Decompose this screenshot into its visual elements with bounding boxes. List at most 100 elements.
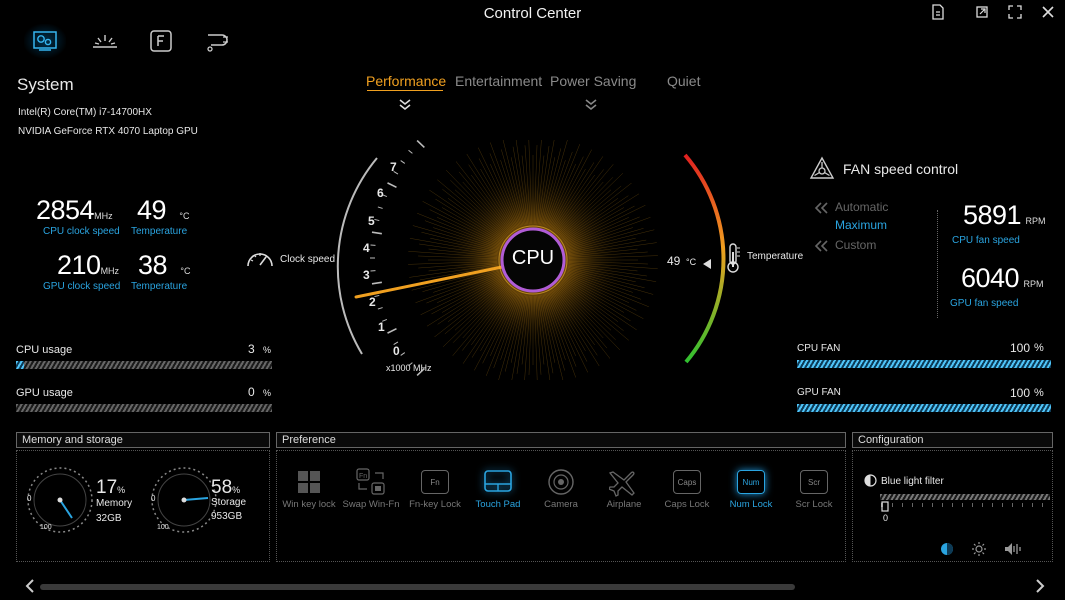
scale-tick-2: 2: [369, 295, 376, 309]
cpu-clock-readout: 2854MHz: [36, 195, 113, 226]
brightness-icon[interactable]: [971, 541, 987, 562]
fn-key-lock-label: Fn-key Lock: [409, 499, 461, 510]
fan-mode-custom[interactable]: Custom: [835, 238, 876, 252]
cpu-rpm-readout: 5891 RPM: [963, 200, 1046, 231]
restore-icon[interactable]: [970, 2, 994, 22]
cpu-usage-label: CPU usage: [16, 344, 73, 356]
scale-tick-5: 5: [368, 214, 375, 228]
clock-scale-arc: [336, 157, 378, 355]
scale-tick-mark: [408, 149, 413, 154]
display-icon[interactable]: [84, 24, 126, 58]
cpu-usage-fill: [16, 361, 24, 369]
cpu-temp-label: Temperature: [131, 226, 188, 237]
airplane-label: Airplane: [606, 499, 642, 510]
window-title: Control Center: [483, 5, 582, 22]
fan-icon: [808, 155, 836, 188]
contrast-icon[interactable]: [940, 542, 954, 561]
cpu-fan-fill: [797, 360, 1051, 368]
storage-percent-readout: 58%: [211, 477, 240, 499]
gpu-name: NVIDIA GeForce RTX 4070 Laptop GPU: [18, 126, 198, 137]
gpu-fan-fill: [797, 404, 1051, 412]
gauge-temp-label: Temperature: [747, 251, 804, 262]
temp-pointer-icon: [703, 256, 711, 274]
touch-pad-toggle[interactable]: Touch Pad: [465, 468, 531, 510]
blue-light-value: 0: [883, 513, 889, 523]
storage-size: 953GB: [211, 511, 243, 522]
notes-icon[interactable]: [926, 2, 950, 22]
chevron-down-icon: [584, 98, 598, 117]
scroll-left-icon[interactable]: [24, 578, 36, 599]
cpu-fan-unit: %: [1034, 342, 1044, 354]
cpu-temp-unit: °C: [179, 211, 190, 221]
tab-entertainment[interactable]: Entertainment: [455, 73, 542, 89]
chevron-down-icon: [398, 98, 412, 117]
fan-mode-automatic[interactable]: Automatic: [835, 200, 888, 214]
num-lock-label: Num Lock: [729, 499, 773, 510]
scale-tick-mark: [416, 140, 425, 149]
gpu-fan-speed-label: GPU fan speed: [950, 298, 1019, 309]
win-key-lock-toggle[interactable]: Win key lock: [276, 468, 342, 510]
gpu-usage-value: 0: [248, 385, 255, 399]
gpu-fan-label: GPU FAN: [797, 387, 841, 398]
num-lock-toggle[interactable]: Num Num Lock: [718, 468, 784, 510]
memory-label: Memory: [96, 498, 133, 509]
thermometer-icon: [724, 242, 742, 279]
tab-performance-underline: [367, 90, 443, 91]
fan-divider: [937, 210, 938, 318]
keyboard-icon[interactable]: [140, 24, 182, 58]
storage-dial-needle: [183, 497, 209, 501]
gpu-usage-label: GPU usage: [16, 387, 73, 399]
blue-light-icon: [864, 474, 877, 492]
fullscreen-icon[interactable]: [1003, 2, 1027, 22]
tab-power-saving[interactable]: Power Saving: [550, 73, 636, 89]
gpu-rpm-readout: 6040 RPM: [961, 263, 1044, 294]
scr-lock-label: Scr Lock: [795, 499, 833, 510]
win-key-lock-label: Win key lock: [282, 499, 336, 510]
configuration-panel-title: Configuration: [852, 432, 1053, 448]
scale-tick-mark: [371, 281, 382, 285]
volume-icon[interactable]: [1003, 541, 1021, 562]
network-icon[interactable]: [196, 24, 238, 58]
gpu-clock-label: GPU clock speed: [43, 281, 121, 292]
memory-percent-unit: %: [117, 485, 126, 495]
scale-tick-0: 0: [393, 344, 400, 358]
scr-lock-toggle[interactable]: Scr Scr Lock: [781, 468, 847, 510]
scr-key-icon: Scr: [800, 470, 828, 494]
swap-win-fn-toggle[interactable]: Fn Swap Win-Fn: [338, 468, 404, 510]
storage-label: Storage: [211, 497, 247, 508]
cpu-temp-value: 49: [137, 195, 167, 225]
tab-performance[interactable]: Performance: [366, 73, 446, 89]
preference-panel-title: Preference: [276, 432, 846, 448]
storage-percent: 58: [211, 477, 233, 498]
close-icon[interactable]: [1036, 2, 1060, 22]
fn-key-lock-toggle[interactable]: Fn Fn-key Lock: [402, 468, 468, 510]
cpu-temp-readout: 49 °C: [137, 195, 190, 226]
scroll-right-icon[interactable]: [1034, 578, 1046, 599]
cpu-fan-speed-label: CPU fan speed: [952, 235, 1020, 246]
system-heading: System: [17, 75, 74, 94]
tab-quiet[interactable]: Quiet: [667, 73, 700, 89]
caps-lock-toggle[interactable]: Caps Caps Lock: [654, 468, 720, 510]
cpu-rpm-unit: RPM: [1025, 216, 1046, 226]
scale-tick-mark: [377, 307, 383, 310]
scale-tick-mark: [400, 160, 406, 164]
cpu-clock-value: 2854: [36, 195, 95, 225]
airplane-toggle[interactable]: Airplane: [591, 468, 657, 510]
touch-pad-label: Touch Pad: [475, 499, 521, 510]
memory-dial-needle: [59, 499, 73, 519]
camera-toggle[interactable]: Camera: [528, 468, 594, 510]
horizontal-scrollbar[interactable]: [40, 584, 795, 590]
blue-light-slider[interactable]: [880, 494, 1050, 500]
gpu-temp-value: 38: [138, 250, 168, 280]
fn-key-icon: Fn: [421, 470, 449, 494]
scale-tick-mark: [374, 218, 380, 222]
system-icon[interactable]: [24, 24, 66, 58]
touchpad-icon: [482, 468, 514, 496]
speedometer-icon: [245, 246, 275, 275]
svg-text:Fn: Fn: [359, 473, 367, 480]
cpu-fan-bar: [797, 360, 1051, 368]
gpu-temp-readout: 38 °C: [138, 250, 191, 281]
fan-mode-maximum[interactable]: Maximum: [835, 218, 887, 232]
caps-key-icon: Caps: [673, 470, 701, 494]
cpu-usage-value: 3: [248, 342, 255, 356]
